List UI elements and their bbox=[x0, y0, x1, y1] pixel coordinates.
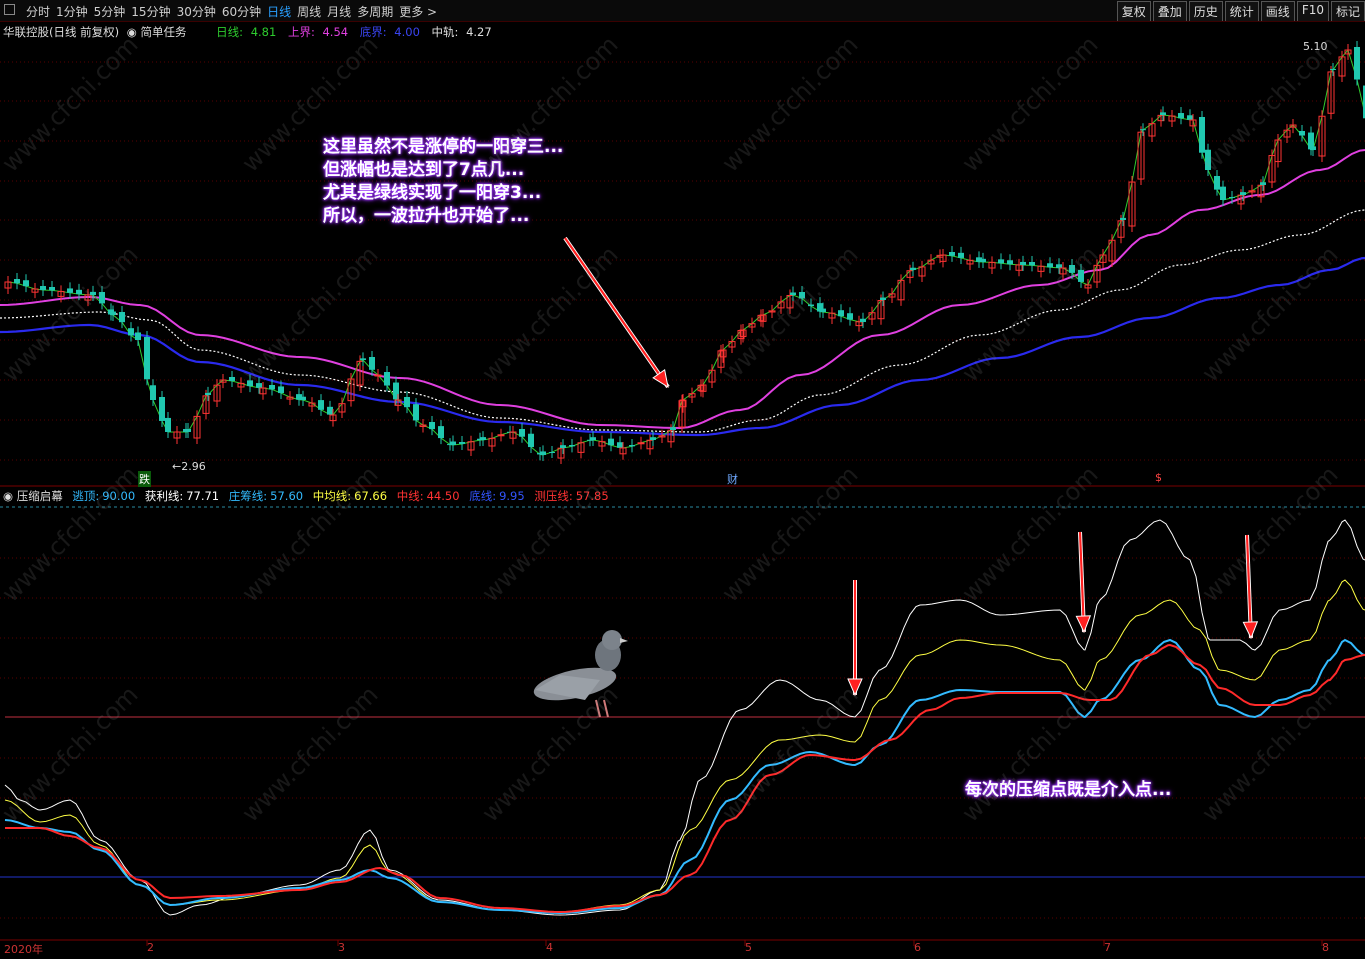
candle-body-down bbox=[860, 318, 866, 322]
candle-body-down bbox=[1310, 146, 1316, 150]
candle-body-down bbox=[569, 445, 575, 447]
arrow-compress-3-head bbox=[1242, 621, 1259, 640]
candle-body-down bbox=[327, 406, 333, 415]
candle-body-down bbox=[838, 310, 844, 317]
candle-body-down bbox=[910, 267, 916, 270]
candle-body-down bbox=[1007, 260, 1013, 265]
candle-body-down bbox=[1020, 261, 1026, 265]
candle-body-down bbox=[1120, 217, 1126, 220]
candle-body-down bbox=[369, 357, 375, 370]
event-tag-finance[interactable]: 财 bbox=[727, 471, 738, 487]
x-label-apr: 4 bbox=[546, 941, 553, 954]
candle-body-down bbox=[880, 297, 886, 300]
pigeon-beak bbox=[620, 638, 628, 643]
candle-body-down bbox=[278, 386, 284, 394]
candle-body-down bbox=[229, 377, 235, 381]
candle-body-down bbox=[847, 313, 853, 320]
candle-body-down bbox=[1260, 182, 1266, 185]
candle-body-up bbox=[374, 374, 382, 377]
callout-line-2: 但涨幅也是达到了7点几... bbox=[323, 160, 525, 180]
main-callout: 这里虽然不是涨停的一阳穿三... 但涨幅也是达到了7点几... 尤其是绿线实现了… bbox=[323, 136, 563, 228]
candle-body-up bbox=[497, 434, 505, 437]
candle-body-down bbox=[949, 252, 955, 256]
candle-body-down bbox=[1229, 197, 1235, 198]
pigeon-head bbox=[602, 630, 622, 650]
candle-body-down bbox=[14, 279, 20, 284]
candle-body-down bbox=[413, 404, 419, 421]
candle-body-down bbox=[608, 438, 614, 446]
candle-body-down bbox=[360, 358, 366, 360]
x-label-jul: 7 bbox=[1104, 941, 1111, 954]
candle-body-down bbox=[165, 417, 171, 432]
candle-body-down bbox=[459, 442, 465, 444]
candle-body-down bbox=[1299, 131, 1305, 136]
callout-line-4: 所以，一波拉升也开始了... bbox=[323, 206, 530, 226]
candle-body-down bbox=[110, 311, 116, 315]
candle-body-down bbox=[1047, 263, 1053, 268]
candle-body-down bbox=[1240, 192, 1246, 195]
candle-body-down bbox=[1214, 176, 1220, 190]
candle-body-down bbox=[1178, 113, 1184, 119]
zhuangchou-line bbox=[4, 638, 1365, 915]
candle-body-down bbox=[1220, 186, 1226, 200]
upper-band-line bbox=[0, 149, 1365, 430]
candle-body-down bbox=[384, 372, 390, 386]
candle-body-down bbox=[429, 422, 435, 430]
arrow-main-head bbox=[652, 369, 669, 389]
candle-body-down bbox=[540, 451, 546, 455]
candle-body-down bbox=[438, 426, 444, 439]
candle-body-down bbox=[23, 280, 29, 287]
candle-body-down bbox=[528, 433, 534, 448]
candle-body-down bbox=[1029, 262, 1035, 266]
candle-body-down bbox=[549, 452, 555, 453]
candle-body-down bbox=[1160, 112, 1166, 115]
candle-body-down bbox=[135, 332, 141, 340]
x-label-jun: 6 bbox=[914, 941, 921, 954]
candle-body-down bbox=[629, 445, 635, 447]
candle-body-down bbox=[119, 312, 125, 323]
candle-body-down bbox=[404, 397, 410, 408]
x-label-feb: 2 bbox=[147, 941, 154, 954]
candle-body-down bbox=[980, 258, 986, 262]
candle-body-down bbox=[1199, 117, 1205, 153]
candle-body-down bbox=[958, 252, 964, 258]
candle-body-down bbox=[480, 437, 486, 440]
candle-body-down bbox=[450, 441, 456, 445]
candle-body-down bbox=[159, 397, 165, 421]
x-label-mar: 3 bbox=[338, 941, 345, 954]
candle-body-down bbox=[40, 286, 46, 290]
event-tag-dividend[interactable]: $ bbox=[1155, 471, 1162, 484]
candle-body-down bbox=[1354, 47, 1360, 80]
candle-body-down bbox=[590, 437, 596, 440]
candle-body-down bbox=[269, 385, 275, 390]
candle-body-down bbox=[1330, 68, 1336, 70]
candle-body-down bbox=[300, 396, 306, 400]
candle-body-down bbox=[650, 437, 656, 440]
candle-body-down bbox=[49, 287, 55, 291]
candle-body-up bbox=[637, 442, 645, 445]
candle-body-down bbox=[820, 308, 826, 312]
callout-line-3: 尤其是绿线实现了一阳穿3... bbox=[323, 183, 542, 203]
candle-body-down bbox=[144, 337, 150, 380]
candle-body-down bbox=[617, 442, 623, 448]
price-low-label: ←2.96 bbox=[172, 460, 206, 473]
x-label-2020: 2020年 bbox=[4, 943, 43, 956]
candle-body-down bbox=[185, 429, 191, 432]
candle-body-down bbox=[560, 445, 566, 448]
candle-body-down bbox=[1187, 115, 1193, 120]
candle-body-down bbox=[670, 427, 676, 430]
candle-body-down bbox=[318, 400, 324, 410]
candle-body-down bbox=[519, 429, 525, 437]
candle-body-down bbox=[205, 392, 211, 395]
candle-body-down bbox=[150, 385, 156, 400]
x-label-aug: 8 bbox=[1322, 941, 1329, 954]
candle-body-down bbox=[128, 328, 134, 336]
candle-body-down bbox=[998, 259, 1004, 264]
x-label-may: 5 bbox=[745, 941, 752, 954]
candle-body-down bbox=[1140, 129, 1146, 131]
arrow-compress-2-head bbox=[1075, 615, 1092, 634]
